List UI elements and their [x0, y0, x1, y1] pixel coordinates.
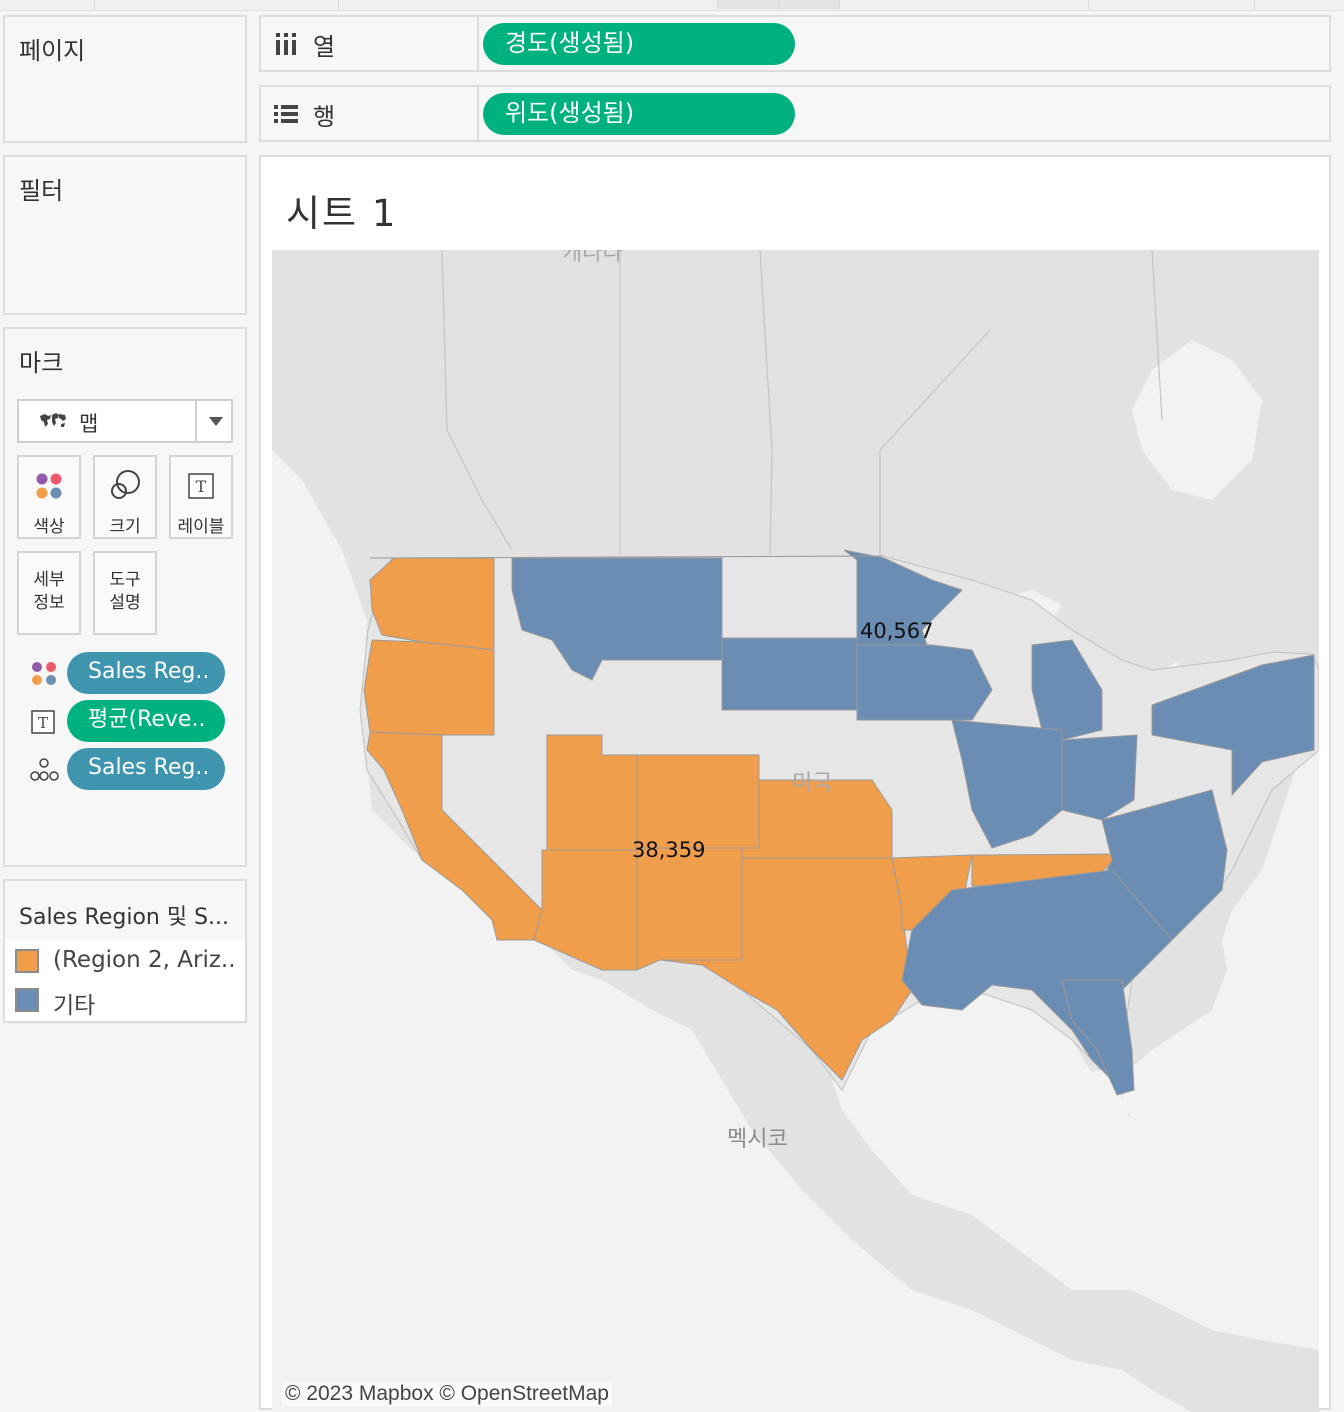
tooltip-label-line1: 도구 [109, 570, 141, 590]
color-icon [32, 662, 56, 685]
color-pill-row: Sales Reg.. [30, 651, 230, 695]
state-new-mexico [636, 847, 743, 971]
state-iowa-wisconsin [856, 644, 993, 721]
data-label-orange-region: 38,359 [632, 838, 705, 862]
columns-shelf-header: 열 [261, 17, 479, 70]
tooltip-label: 도구 설명 [95, 569, 155, 615]
detail-button[interactable]: 세부 정보 [17, 551, 81, 635]
detail-label: 세부 정보 [19, 569, 79, 615]
map-label-mexico: 멕시코 [727, 1127, 788, 1152]
sales-region-detail-pill[interactable]: Sales Reg.. [67, 748, 225, 790]
top-toolbar-strip [0, 0, 1344, 11]
size-button[interactable]: 크기 [93, 455, 157, 539]
color-legend-card: Sales Region 및 S... (Region 2, Ariz.. 기타 [3, 879, 247, 1023]
text-t-icon: T [188, 473, 214, 499]
detail-label-line2: 정보 [33, 593, 65, 613]
longitude-pill[interactable]: 경도(생성됨) [483, 23, 795, 65]
size-label: 크기 [109, 517, 141, 537]
columns-shelf-label: 열 [313, 33, 336, 61]
size-icon [111, 470, 140, 499]
color-button[interactable]: 색상 [17, 455, 81, 539]
mark-type-label: 맵 [79, 412, 99, 436]
label-label: 레이블 [177, 517, 225, 537]
rows-icon [274, 105, 298, 123]
rows-shelf[interactable]: 행 위도(생성됨) [259, 85, 1331, 142]
detail-pill-row: Sales Reg.. [30, 747, 230, 791]
tooltip-label-line2: 설명 [109, 593, 141, 613]
map-attribution[interactable]: © 2023 Mapbox © OpenStreetMap [282, 1382, 612, 1406]
rows-shelf-label: 행 [313, 103, 336, 131]
data-label-blue-region: 40,567 [860, 619, 933, 643]
legend-title: Sales Region 및 S... [19, 905, 230, 930]
text-t-icon: T [31, 710, 55, 734]
state-colorado [636, 754, 760, 849]
legend-swatch-blue [15, 988, 39, 1012]
dropdown-divider [195, 401, 197, 441]
legend-item-label: (Region 2, Ariz.. [53, 947, 236, 973]
sales-region-color-pill[interactable]: Sales Reg.. [67, 652, 225, 694]
legend-item-label: 기타 [53, 993, 96, 1019]
columns-shelf[interactable]: 열 경도(생성됨) [259, 15, 1331, 72]
color-icon [36, 473, 62, 499]
detail-label-line1: 세부 [33, 570, 65, 590]
map-label-usa: 미국 [792, 771, 832, 796]
columns-icon [276, 33, 296, 55]
avg-revenue-label-pill[interactable]: 평균(Reve.. [67, 700, 225, 742]
detail-icon [30, 758, 59, 781]
color-label: 색상 [33, 517, 65, 537]
map-canvas[interactable]: 캐나다 미국 멕시코 40,567 38,359 [272, 250, 1319, 1412]
marks-title: 마크 [19, 349, 64, 377]
filters-card[interactable]: 필터 [3, 155, 247, 315]
label-pill-row: T 평균(Reve.. [30, 699, 230, 743]
pages-card[interactable]: 페이지 [3, 15, 247, 143]
chevron-down-icon[interactable] [209, 417, 223, 426]
sheet-title[interactable]: 시트 1 [286, 183, 397, 237]
state-oregon [363, 639, 495, 736]
map-label-canada: 캐나다 [562, 250, 623, 266]
pages-title: 페이지 [19, 37, 86, 65]
legend-swatch-orange [15, 949, 39, 973]
state-washington [369, 557, 495, 651]
mark-type-dropdown[interactable]: 맵 [17, 399, 233, 443]
worksheet-view: 시트 1 캐나다 미국 멕시코 40,567 38,359 © 2023 Map… [259, 155, 1331, 1412]
latitude-pill[interactable]: 위도(생성됨) [483, 93, 795, 135]
map-view[interactable]: 캐나다 미국 멕시코 40,567 38,359 © 2023 Mapbox ©… [272, 250, 1319, 1412]
map-icon [40, 413, 66, 427]
rows-shelf-header: 행 [261, 87, 479, 140]
state-south-dakota-nebraska [721, 637, 858, 711]
filters-title: 필터 [19, 177, 64, 205]
svg-text:T: T [196, 477, 207, 496]
label-button[interactable]: T 레이블 [169, 455, 233, 539]
tooltip-button[interactable]: 도구 설명 [93, 551, 157, 635]
svg-text:T: T [38, 714, 48, 732]
